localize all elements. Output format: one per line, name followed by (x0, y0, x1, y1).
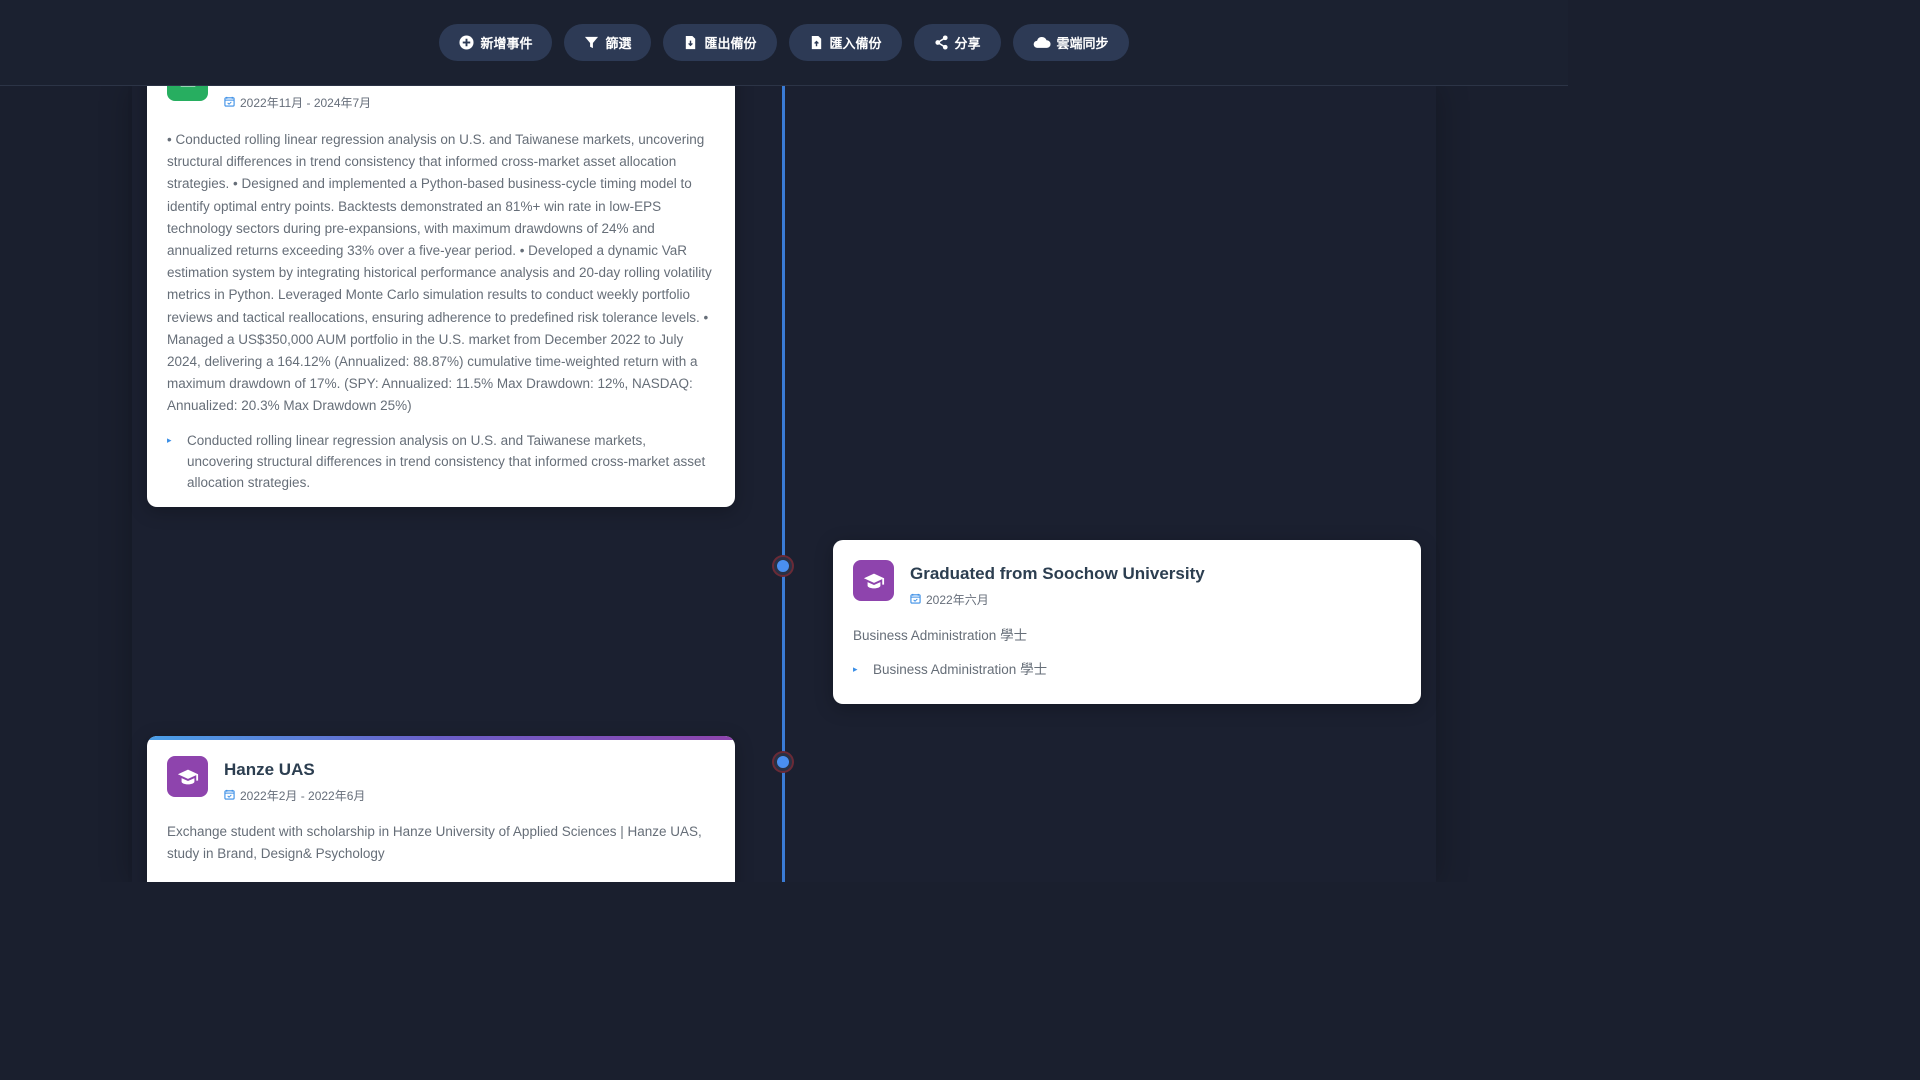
graduation-cap-icon (853, 560, 894, 601)
event-bullet-item: ▸ Conducted rolling linear regression an… (167, 430, 715, 493)
bullet-arrow-icon: ▸ (167, 434, 172, 445)
timeline-event-card[interactable]: 2022年11月 - 2024年7月 • Conducted rolling l… (147, 40, 735, 507)
event-header: Hanze UAS 2022年2月 - 2022年6月 (167, 756, 715, 804)
file-export-icon (683, 35, 698, 50)
event-bullet-item: ▸ Business Administration 學士 (853, 659, 1401, 680)
event-bullet-text: Business Administration 學士 (873, 662, 1048, 678)
filter-icon (584, 35, 599, 50)
calendar-icon (224, 789, 235, 803)
card-accent-bar (147, 736, 735, 740)
event-header: Graduated from Soochow University 2022年六… (853, 560, 1401, 608)
timeline-page: 新增事件 篩選 匯出備份 匯入備份 分享 雲端同步 2022年11月 - 202… (0, 0, 1568, 882)
timeline-event-card[interactable]: Hanze UAS 2022年2月 - 2022年6月 Exchange stu… (147, 736, 735, 882)
cloud-icon (1033, 35, 1051, 50)
share-icon (934, 35, 949, 50)
event-date: 2022年2月 - 2022年6月 (224, 787, 365, 804)
event-date: 2022年六月 (910, 591, 1205, 608)
import-backup-label: 匯入備份 (829, 36, 882, 51)
event-meta: Hanze UAS 2022年2月 - 2022年6月 (224, 756, 365, 804)
filter-button[interactable]: 篩選 (564, 24, 652, 61)
event-description: Business Administration 學士 (853, 628, 1028, 643)
graduation-cap-icon (167, 756, 208, 797)
event-date: 2022年11月 - 2024年7月 (224, 94, 371, 111)
calendar-icon (910, 593, 921, 607)
plus-circle-icon (459, 35, 474, 50)
event-date-text: 2022年六月 (926, 593, 989, 607)
export-backup-label: 匯出備份 (704, 36, 757, 51)
export-backup-button[interactable]: 匯出備份 (663, 24, 777, 61)
add-event-button[interactable]: 新增事件 (439, 24, 553, 61)
timeline-dot[interactable] (774, 753, 792, 771)
event-meta: Graduated from Soochow University 2022年六… (910, 560, 1205, 608)
calendar-icon (224, 96, 235, 110)
bullet-arrow-icon: ▸ (853, 664, 858, 675)
event-title: Hanze UAS (224, 760, 315, 779)
file-import-icon (809, 35, 824, 50)
event-title: Graduated from Soochow University (910, 564, 1205, 583)
event-description: Exchange student with scholarship in Han… (167, 824, 702, 862)
cloud-sync-button[interactable]: 雲端同步 (1012, 24, 1129, 61)
share-label: 分享 (954, 36, 981, 51)
import-backup-button[interactable]: 匯入備份 (788, 24, 902, 61)
cloud-sync-label: 雲端同步 (1056, 36, 1109, 51)
event-bullet-text: Conducted rolling linear regression anal… (187, 432, 706, 490)
timeline-dot[interactable] (774, 557, 792, 575)
top-toolbar: 新增事件 篩選 匯出備份 匯入備份 分享 雲端同步 (0, 0, 1568, 86)
add-event-label: 新增事件 (480, 36, 533, 51)
event-date-text: 2022年11月 - 2024年7月 (240, 96, 372, 110)
event-date-text: 2022年2月 - 2022年6月 (240, 789, 366, 803)
filter-label: 篩選 (605, 36, 632, 51)
timeline-event-card[interactable]: Graduated from Soochow University 2022年六… (833, 540, 1421, 704)
share-button[interactable]: 分享 (913, 24, 1001, 61)
event-description: • Conducted rolling linear regression an… (167, 132, 712, 414)
